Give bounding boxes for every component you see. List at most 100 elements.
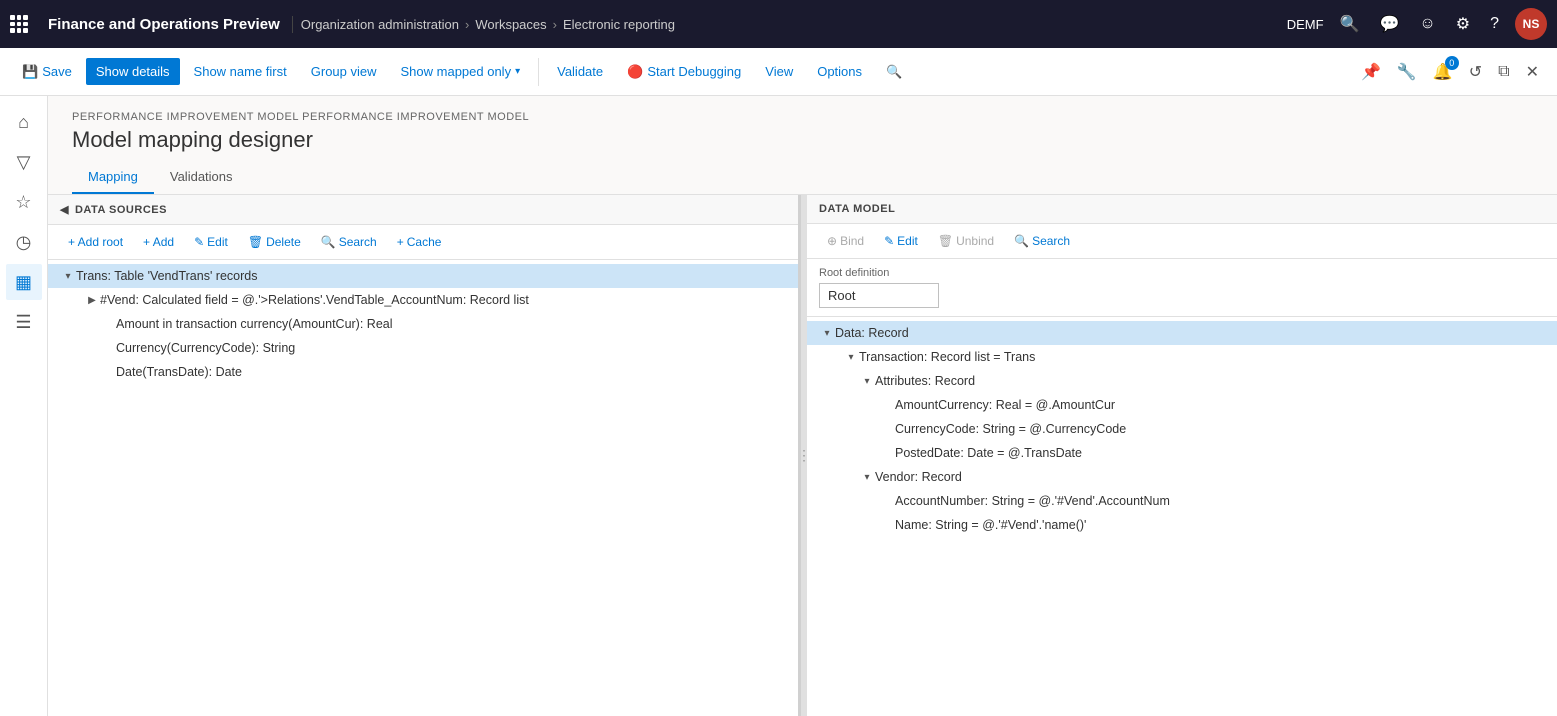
root-def-label: Root definition: [819, 267, 1545, 279]
mapping-area: ◀ DATA SOURCES + Add root + Add ✎ Edit 🗑…: [48, 195, 1557, 716]
view-label: View: [765, 64, 793, 79]
data-model-toolbar: ⊕ Bind ✎ Edit 🗑 Unbind 🔍 Search: [807, 224, 1557, 259]
debug-icon: 🔴: [627, 64, 643, 80]
view-button[interactable]: View: [755, 58, 803, 85]
tree-item-vendor[interactable]: ▾ Vendor: Record: [807, 465, 1557, 489]
breadcrumb-workspaces[interactable]: Workspaces: [475, 17, 546, 32]
add-button[interactable]: + Add: [135, 231, 182, 253]
open-new-button[interactable]: ⧉: [1492, 57, 1515, 87]
toggle-transaction-icon[interactable]: ▾: [843, 349, 859, 365]
group-view-label: Group view: [311, 64, 377, 79]
nav-home-icon[interactable]: ⌂: [6, 104, 42, 140]
show-mapped-only-label: Show mapped only: [401, 64, 512, 79]
nav-calendar-icon[interactable]: ▦: [6, 264, 42, 300]
tree-item-trans[interactable]: ▾ Trans: Table 'VendTrans' records: [48, 264, 798, 288]
tree-item-amount[interactable]: ▶ Amount in transaction currency(AmountC…: [48, 312, 798, 336]
close-button[interactable]: ✕: [1520, 56, 1545, 88]
avatar[interactable]: NS: [1515, 8, 1547, 40]
tree-item-date[interactable]: ▶ Date(TransDate): Date: [48, 360, 798, 384]
settings-button[interactable]: ⚙: [1452, 10, 1474, 38]
nav-recent-icon[interactable]: ◷: [6, 224, 42, 260]
tree-item-currency[interactable]: ▶ Currency(CurrencyCode): String: [48, 336, 798, 360]
data-sources-title: ◀ DATA SOURCES: [60, 203, 786, 216]
add-root-button[interactable]: + Add root: [60, 231, 131, 253]
breadcrumb-org[interactable]: Organization administration: [301, 17, 459, 32]
tree-item-amount-currency-label: AmountCurrency: Real = @.AmountCur: [895, 398, 1549, 412]
toggle-vend-icon[interactable]: ▶: [84, 292, 100, 308]
tree-item-amount-currency[interactable]: ▶ AmountCurrency: Real = @.AmountCur: [807, 393, 1557, 417]
app-menu-icon[interactable]: [10, 15, 28, 33]
tab-mapping[interactable]: Mapping: [72, 161, 154, 194]
data-model-header: DATA MODEL: [807, 195, 1557, 224]
content-area: PERFORMANCE IMPROVEMENT MODEL PERFORMANC…: [48, 96, 1557, 716]
tree-item-vend-label: #Vend: Calculated field = @.'>Relations'…: [100, 293, 790, 307]
tree-item-name-label: Name: String = @.'#Vend'.'name()': [895, 518, 1549, 532]
page-breadcrumb-text: PERFORMANCE IMPROVEMENT MODEL PERFORMANC…: [72, 111, 529, 123]
breadcrumb-sep-2: ›: [553, 17, 557, 32]
bind-icon: ⊕: [827, 234, 837, 248]
app-title: Finance and Operations Preview: [36, 16, 293, 33]
breadcrumb-part1: PERFORMANCE IMPROVEMENT MODEL: [72, 111, 299, 123]
breadcrumb-sep-1: ›: [465, 17, 469, 32]
breadcrumb-er[interactable]: Electronic reporting: [563, 17, 675, 32]
toolbar-search-button[interactable]: 🔍: [876, 58, 912, 86]
start-debugging-button[interactable]: 🔴 Start Debugging: [617, 58, 751, 86]
tree-item-attributes-label: Attributes: Record: [875, 374, 1549, 388]
edit-ds-icon: ✎: [194, 235, 204, 249]
env-badge: DEMF: [1287, 17, 1324, 32]
edit-ds-button[interactable]: ✎ Edit: [186, 231, 236, 253]
tree-item-trans-label: Trans: Table 'VendTrans' records: [76, 269, 790, 283]
refresh-button[interactable]: ↺: [1463, 56, 1488, 88]
show-details-label: Show details: [96, 64, 170, 79]
delete-ds-label: Delete: [266, 235, 301, 249]
toggle-vendor-icon[interactable]: ▾: [859, 469, 875, 485]
smiley-button[interactable]: ☺: [1415, 11, 1439, 37]
show-name-first-label: Show name first: [194, 64, 287, 79]
save-button[interactable]: 💾 Save: [12, 58, 82, 86]
tree-item-transaction[interactable]: ▾ Transaction: Record list = Trans: [807, 345, 1557, 369]
options-label: Options: [817, 64, 862, 79]
tab-validations[interactable]: Validations: [154, 161, 249, 194]
search-dm-button[interactable]: 🔍 Search: [1006, 230, 1078, 252]
show-mapped-only-button[interactable]: Show mapped only ▾: [391, 58, 531, 85]
tree-item-posted-date[interactable]: ▶ PostedDate: Date = @.TransDate: [807, 441, 1557, 465]
nav-favorites-icon[interactable]: ☆: [6, 184, 42, 220]
toggle-data-icon[interactable]: ▾: [819, 325, 835, 341]
pin-button[interactable]: 📌: [1355, 56, 1387, 88]
edit-dm-button[interactable]: ✎ Edit: [876, 230, 926, 252]
tree-item-data[interactable]: ▾ Data: Record: [807, 321, 1557, 345]
toolbar: 💾 Save Show details Show name first Grou…: [0, 48, 1557, 96]
bind-button[interactable]: ⊕ Bind: [819, 230, 872, 252]
tree-item-vend[interactable]: ▶ #Vend: Calculated field = @.'>Relation…: [48, 288, 798, 312]
delete-ds-button[interactable]: 🗑 Delete: [240, 231, 309, 253]
toggle-trans-icon[interactable]: ▾: [60, 268, 76, 284]
tree-item-currency-code[interactable]: ▶ CurrencyCode: String = @.CurrencyCode: [807, 417, 1557, 441]
message-button[interactable]: 💬: [1375, 10, 1403, 38]
unbind-button[interactable]: 🗑 Unbind: [930, 230, 1002, 252]
root-def-value[interactable]: Root: [819, 283, 939, 308]
toggle-attributes-icon[interactable]: ▾: [859, 373, 875, 389]
extension-button[interactable]: 🔧: [1391, 56, 1423, 88]
options-button[interactable]: Options: [807, 58, 872, 85]
show-name-first-button[interactable]: Show name first: [184, 58, 297, 85]
search-topbar-button[interactable]: 🔍: [1336, 10, 1364, 38]
tree-item-account-number[interactable]: ▶ AccountNumber: String = @.'#Vend'.Acco…: [807, 489, 1557, 513]
data-sources-toolbar: + Add root + Add ✎ Edit 🗑 Delete 🔍 Searc…: [48, 225, 798, 260]
validate-button[interactable]: Validate: [547, 58, 613, 85]
search-ds-button[interactable]: 🔍 Search: [313, 231, 385, 253]
expand-toggle-icon[interactable]: ◀: [60, 203, 69, 216]
tree-item-posted-date-label: PostedDate: Date = @.TransDate: [895, 446, 1549, 460]
search-ds-label: Search: [339, 235, 377, 249]
nav-filter-icon[interactable]: ▽: [6, 144, 42, 180]
search-dm-label: Search: [1032, 234, 1070, 248]
save-icon: 💾: [22, 64, 38, 80]
tree-item-transaction-label: Transaction: Record list = Trans: [859, 350, 1549, 364]
nav-list-icon[interactable]: ☰: [6, 304, 42, 340]
tree-item-account-number-label: AccountNumber: String = @.'#Vend'.Accoun…: [895, 494, 1549, 508]
tree-item-attributes[interactable]: ▾ Attributes: Record: [807, 369, 1557, 393]
show-details-button[interactable]: Show details: [86, 58, 180, 85]
help-button[interactable]: ?: [1486, 11, 1503, 37]
tree-item-name[interactable]: ▶ Name: String = @.'#Vend'.'name()': [807, 513, 1557, 537]
cache-button[interactable]: + Cache: [389, 231, 450, 253]
group-view-button[interactable]: Group view: [301, 58, 387, 85]
